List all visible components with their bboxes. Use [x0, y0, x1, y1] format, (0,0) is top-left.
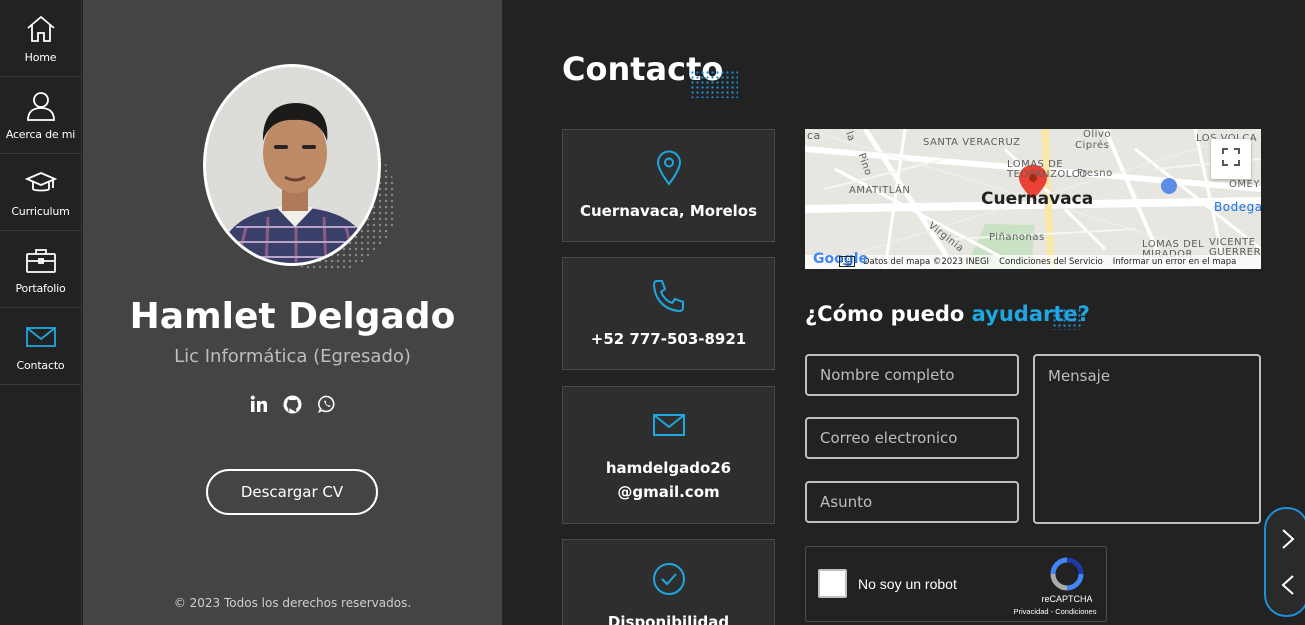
map-fullscreen-button[interactable] — [1211, 139, 1251, 179]
map-label: Ciprés — [1075, 140, 1110, 151]
profile-panel: Hamlet Delgado Lic Informática (Egresado… — [83, 0, 502, 625]
email-field[interactable] — [805, 417, 1019, 459]
side-nav: Home Acerca de mi Curriculum Portafolio … — [0, 0, 82, 625]
email-line-1: hamdelgado26 — [605, 459, 732, 477]
map-label: SANTA VERACRUZ — [923, 137, 1021, 148]
phone-text: +52 777-503-8921 — [590, 329, 747, 348]
map-label: Piñanonas — [989, 232, 1045, 243]
avatar — [203, 64, 381, 266]
nav-item-contact[interactable]: Contacto — [0, 308, 81, 385]
phone-icon — [651, 277, 687, 315]
map-label: AMATITLÁN — [849, 185, 911, 196]
nav-label: Curriculum — [11, 204, 70, 218]
map-terms-link[interactable]: Condiciones del Servicio — [999, 257, 1103, 267]
form-title-prefix: ¿Cómo puedo — [805, 302, 972, 326]
copyright-text: © 2023 Todos los derechos reservados. — [173, 596, 412, 610]
download-cv-button[interactable]: Descargar CV — [206, 469, 378, 515]
nav-label: Home — [24, 50, 57, 64]
graduation-cap-icon — [24, 167, 58, 199]
availability-text: Disponibilidad — [607, 613, 730, 625]
nav-item-portfolio[interactable]: Portafolio — [0, 231, 81, 308]
map-label: TEOPANZOLCO — [1007, 169, 1088, 180]
nav-item-home[interactable]: Home — [0, 0, 81, 77]
location-text: Cuernavaca, Morelos — [579, 201, 758, 220]
map-report-link[interactable]: Informar un error en el mapa — [1113, 257, 1237, 267]
embedded-map[interactable]: SANTA VERACRUZ LOMAS DE TEOPANZOLCO AMAT… — [805, 129, 1261, 269]
user-icon — [24, 90, 58, 122]
nav-label: Contacto — [16, 358, 65, 372]
decorative-dots — [1052, 308, 1082, 330]
phone-card: +52 777-503-8921 — [562, 257, 775, 370]
mail-icon — [652, 406, 686, 444]
map-city-label: Cuernavaca — [981, 189, 1094, 209]
email-line-2: @gmail.com — [617, 483, 720, 501]
nav-item-curriculum[interactable]: Curriculum — [0, 154, 81, 231]
decorative-dots — [690, 70, 738, 98]
page-switcher — [1264, 507, 1305, 617]
recaptcha-checkbox[interactable] — [818, 569, 847, 598]
fullscreen-icon — [1222, 148, 1240, 170]
form-title: ¿Cómo puedo ayudarte? — [805, 302, 1090, 326]
map-footer: Google Datos del mapa ©2023 INEGI Condic… — [805, 251, 1261, 269]
map-label: ca — [807, 129, 821, 142]
email-card: hamdelgado26 @gmail.com — [562, 386, 775, 524]
keyboard-icon[interactable] — [839, 256, 855, 269]
availability-card: Disponibilidad — [562, 539, 775, 625]
profile-name: Hamlet Delgado — [129, 296, 456, 337]
location-card: Cuernavaca, Morelos — [562, 129, 775, 242]
map-data-credit: Datos del mapa ©2023 INEGI — [863, 257, 990, 267]
nav-label: Portafolio — [15, 281, 66, 295]
linkedin-icon[interactable] — [249, 394, 269, 414]
github-icon[interactable] — [283, 394, 303, 414]
recaptcha-logo-icon — [1050, 557, 1084, 591]
map-label: Fresno — [1077, 168, 1113, 179]
chevron-right-icon[interactable] — [1278, 527, 1298, 551]
whatsapp-icon[interactable] — [317, 394, 337, 414]
mail-icon — [24, 321, 58, 353]
nav-label: Acerca de mi — [5, 127, 76, 141]
subject-field[interactable] — [805, 481, 1019, 523]
home-icon — [24, 13, 58, 45]
recaptcha-widget: No soy un robot reCAPTCHA Privacidad - C… — [805, 546, 1107, 622]
name-field[interactable] — [805, 354, 1019, 396]
briefcase-icon — [24, 244, 58, 276]
map-label: OMEY — [1229, 179, 1260, 190]
map-label: Bodega — [1214, 200, 1261, 214]
social-links — [83, 394, 502, 414]
recaptcha-label: No soy un robot — [858, 576, 957, 592]
profile-role: Lic Informática (Egresado) — [174, 346, 411, 367]
email-text: hamdelgado26 @gmail.com — [598, 456, 739, 504]
recaptcha-links[interactable]: Privacidad - Condiciones — [1002, 607, 1108, 616]
check-circle-icon — [652, 560, 686, 598]
recaptcha-brand: reCAPTCHA — [1041, 594, 1093, 604]
message-field[interactable] — [1033, 354, 1261, 524]
avatar-wrap — [203, 64, 397, 272]
chevron-left-icon[interactable] — [1278, 573, 1298, 597]
map-label: Olivo — [1083, 129, 1111, 140]
location-pin-icon — [656, 149, 682, 187]
nav-item-about[interactable]: Acerca de mi — [0, 77, 81, 154]
contact-section: Contacto Cuernavaca, Morelos +52 777-503… — [502, 0, 1305, 625]
